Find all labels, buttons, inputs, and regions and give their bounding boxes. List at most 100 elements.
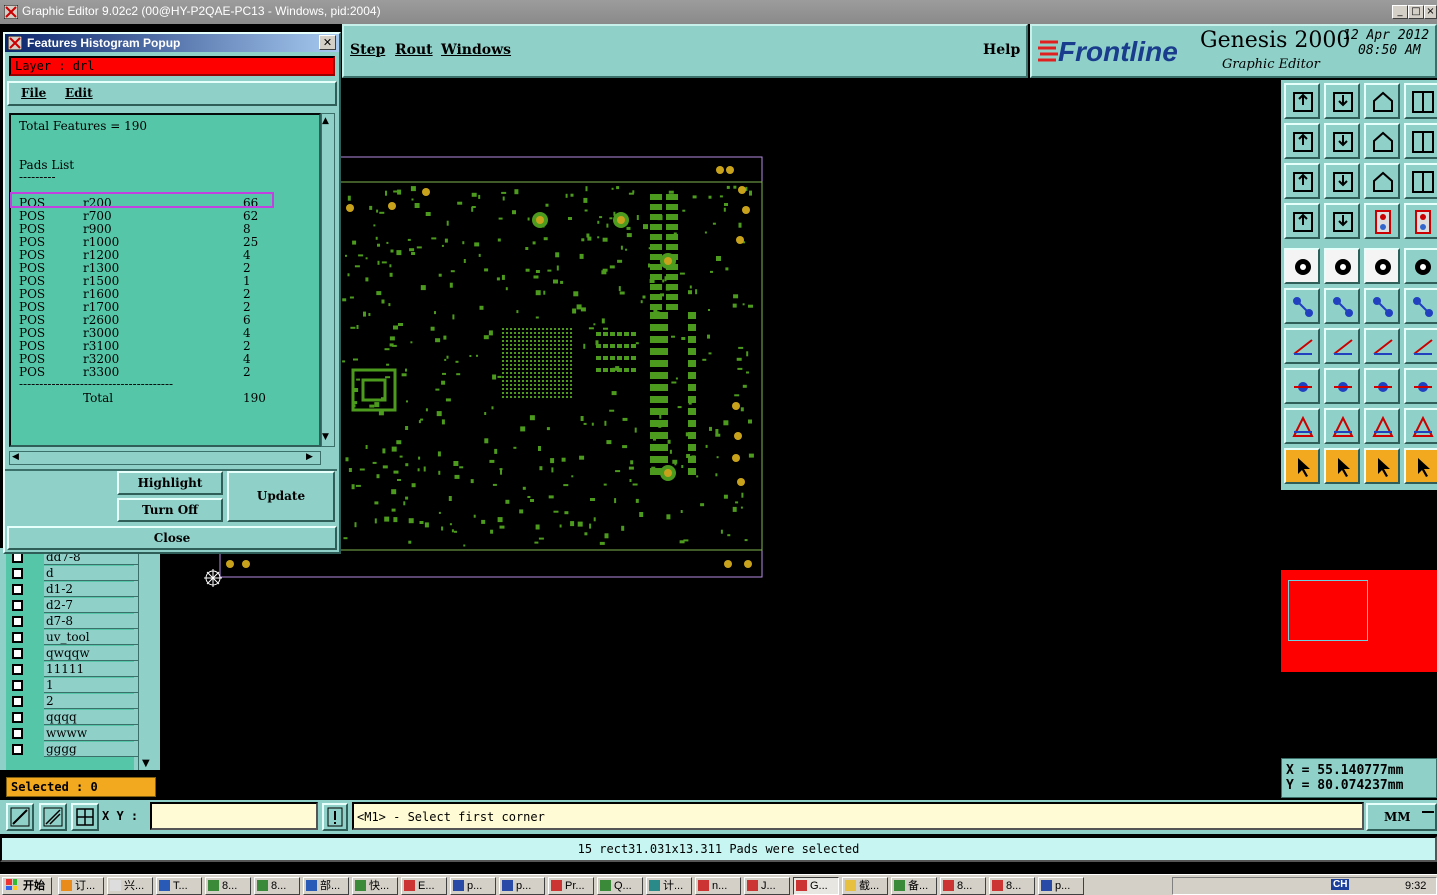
pad-row[interactable]: POS r3100 2 [19, 340, 309, 353]
layer-checkbox[interactable] [12, 616, 23, 627]
menu-rout[interactable]: Rout [395, 42, 433, 58]
pad-row[interactable]: POS r1200 4 [19, 249, 309, 262]
taskbar-item[interactable]: G... [793, 877, 839, 895]
popup-close-icon[interactable]: ✕ [319, 35, 336, 50]
layer-row[interactable]: d [10, 566, 138, 581]
taskbar-item[interactable]: p... [450, 877, 496, 895]
line-button[interactable] [1284, 328, 1320, 364]
zoom-in-button[interactable] [1284, 123, 1320, 159]
grid-tool-button[interactable] [71, 803, 99, 831]
start-button[interactable]: 开始 [2, 877, 52, 895]
layout-button[interactable] [1404, 83, 1437, 119]
group-button[interactable] [1404, 368, 1437, 404]
turn-off-button[interactable]: Turn Off [117, 498, 223, 522]
ratio-button[interactable] [1364, 163, 1400, 199]
layer-checkbox[interactable] [12, 632, 23, 643]
open-job-button[interactable] [1284, 83, 1320, 119]
taskbar-item[interactable]: 截... [842, 877, 888, 895]
pad-row[interactable]: POS r1300 2 [19, 262, 309, 275]
scroll-left-icon[interactable]: ◀ [12, 452, 19, 462]
pan-button[interactable] [1324, 163, 1360, 199]
pad-row[interactable]: POS r1000 25 [19, 236, 309, 249]
taskbar-item[interactable]: n... [695, 877, 741, 895]
menu-help[interactable]: Help [983, 42, 1020, 58]
pad-row[interactable]: POS r700 62 [19, 210, 309, 223]
pad-button[interactable] [1284, 248, 1320, 284]
vertex-button[interactable] [1324, 408, 1360, 444]
pad-row[interactable]: POS r3200 4 [19, 353, 309, 366]
layer-row[interactable]: d1-2 [10, 582, 138, 597]
taskbar-item[interactable]: 部... [303, 877, 349, 895]
connect-button[interactable] [1284, 288, 1320, 324]
edit-arc-button[interactable] [1404, 408, 1437, 444]
query-button[interactable] [1404, 163, 1437, 199]
taskbar-item[interactable]: 快... [352, 877, 398, 895]
circle-button[interactable] [1404, 248, 1437, 284]
minimize-button[interactable]: _ [1392, 5, 1408, 19]
popup-menu-file[interactable]: File [21, 86, 46, 100]
taskbar-item[interactable]: 8... [205, 877, 251, 895]
home-button[interactable] [1364, 83, 1400, 119]
list-hscrollbar[interactable]: ◀ ▶ [9, 451, 321, 465]
layer-row[interactable]: qwqqw [10, 646, 138, 661]
layer-checkbox[interactable] [12, 584, 23, 595]
layer-row[interactable]: wwww [10, 726, 138, 741]
fit-button[interactable] [1284, 163, 1320, 199]
ime-indicator[interactable]: CH [1331, 879, 1350, 890]
select-box-button[interactable] [1324, 448, 1360, 484]
snap-tool-button[interactable] [6, 803, 34, 831]
menu-windows[interactable]: Windows [441, 42, 511, 58]
scroll-up-icon[interactable]: ▲ [322, 116, 329, 126]
taskbar-item[interactable]: E... [401, 877, 447, 895]
layer-checkbox[interactable] [12, 696, 23, 707]
update-button[interactable]: Update [227, 471, 335, 522]
layers-off-button[interactable] [1404, 203, 1437, 239]
histogram-list[interactable]: Total Features = 190 Pads List ---------… [9, 113, 321, 447]
delete-button[interactable] [1324, 288, 1360, 324]
arc-button[interactable] [1364, 408, 1400, 444]
move-arc-button[interactable] [1404, 288, 1437, 324]
taskbar-item[interactable]: 备... [891, 877, 937, 895]
zoom-out-button[interactable] [1324, 123, 1360, 159]
pad-row[interactable]: POS r1500 1 [19, 275, 309, 288]
units-selector[interactable]: MM [1366, 803, 1437, 831]
close-button[interactable]: Close [7, 526, 337, 550]
taskbar-item[interactable]: J... [744, 877, 790, 895]
layer-checkbox[interactable] [12, 664, 23, 675]
popup-menu-edit[interactable]: Edit [65, 86, 93, 100]
draw-line-button[interactable] [1324, 328, 1360, 364]
pad-row[interactable]: POS r1600 2 [19, 288, 309, 301]
select-point-button[interactable] [1364, 448, 1400, 484]
layer-list-scrollbar[interactable]: ▼ [138, 548, 158, 770]
measure-tool-button[interactable] [39, 803, 67, 831]
taskbar-item[interactable]: p... [499, 877, 545, 895]
overview-viewport[interactable] [1288, 580, 1368, 641]
triangle-button[interactable] [1284, 408, 1320, 444]
rotate-button[interactable] [1364, 328, 1400, 364]
scroll-down-icon[interactable]: ▼ [322, 432, 329, 442]
layer-checkbox[interactable] [12, 600, 23, 611]
alert-button[interactable] [322, 803, 348, 831]
layer-checkbox[interactable] [12, 728, 23, 739]
layer-checkbox[interactable] [12, 712, 23, 723]
save-button[interactable] [1324, 83, 1360, 119]
taskbar-item[interactable]: 订... [58, 877, 104, 895]
select-button[interactable] [1284, 448, 1320, 484]
taskbar-item[interactable]: T... [156, 877, 202, 895]
ruler-button[interactable] [1364, 248, 1400, 284]
add-arc-button[interactable] [1364, 288, 1400, 324]
maximize-button[interactable]: □ [1408, 5, 1424, 19]
menu-step[interactable]: Step [350, 42, 385, 58]
select-path-button[interactable] [1404, 448, 1437, 484]
stretch-button[interactable] [1364, 368, 1400, 404]
pad-row[interactable]: POS r2600 6 [19, 314, 309, 327]
taskbar-item[interactable]: 8... [940, 877, 986, 895]
list-vscrollbar[interactable]: ▲ ▼ [321, 113, 335, 447]
layer-row[interactable]: 11111 [10, 662, 138, 677]
pad-row[interactable]: POS r1700 2 [19, 301, 309, 314]
layer-checkbox[interactable] [12, 744, 23, 755]
pad-row[interactable]: POS r900 8 [19, 223, 309, 236]
taskbar-item[interactable]: Q... [597, 877, 643, 895]
snap-button[interactable] [1404, 328, 1437, 364]
polygon-button[interactable] [1324, 248, 1360, 284]
